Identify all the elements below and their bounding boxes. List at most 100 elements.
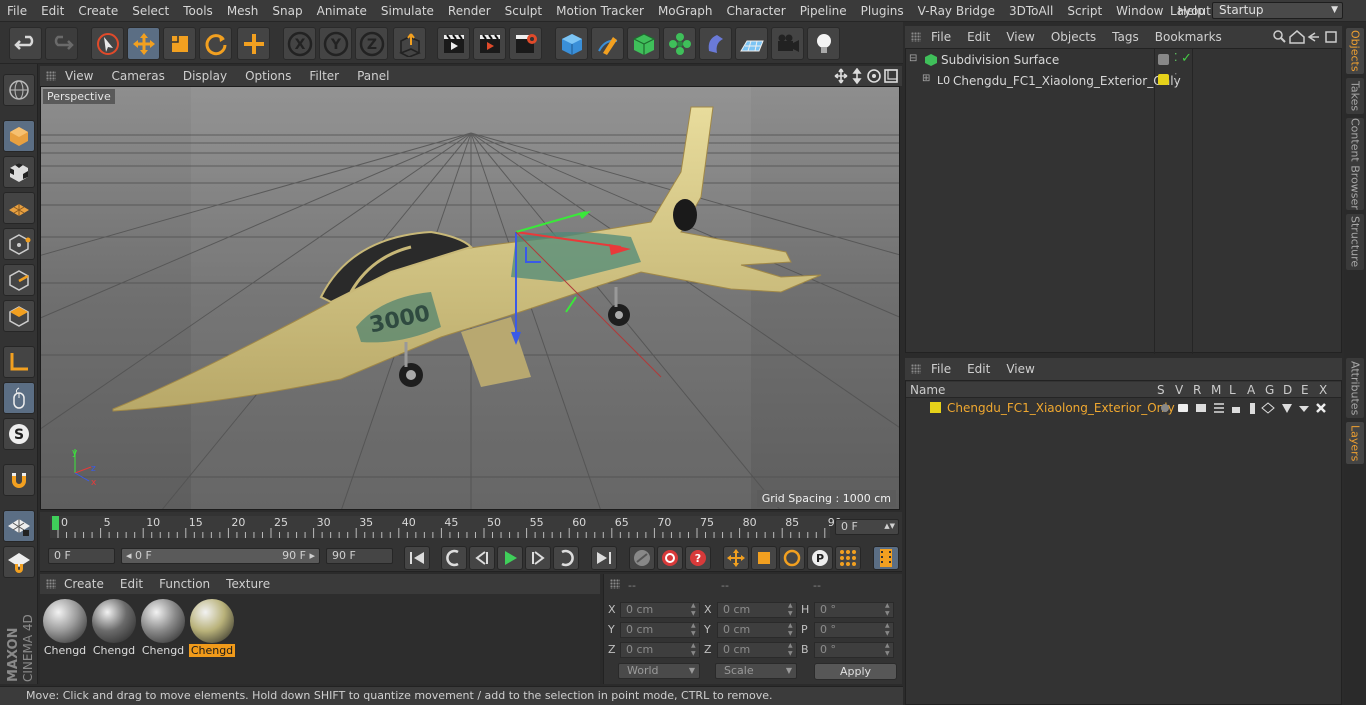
tab-attributes[interactable]: Attributes [1346, 358, 1364, 418]
key-rotation-button[interactable] [779, 546, 805, 570]
previous-key-button[interactable] [441, 546, 467, 570]
orbit-icon[interactable] [867, 69, 881, 83]
points-mode-button[interactable] [3, 228, 35, 260]
redo-button[interactable] [45, 27, 78, 60]
menu-simulate[interactable]: Simulate [374, 4, 441, 18]
menu-window[interactable]: Window [1109, 4, 1170, 18]
workplane-lock-button[interactable] [3, 510, 35, 542]
rotation-field[interactable]: 0 ° [814, 622, 894, 638]
position-field[interactable]: 0 cm [620, 622, 700, 638]
new-window-icon[interactable] [1325, 31, 1337, 43]
timeline-window-button[interactable] [873, 546, 899, 570]
size-mode-dropdown[interactable]: Scale ▼ [715, 663, 797, 679]
tab-content-browser[interactable]: Content Browser [1346, 118, 1364, 210]
pan-icon[interactable] [834, 68, 848, 84]
menu-tools[interactable]: Tools [176, 4, 220, 18]
key-position-button[interactable] [723, 546, 749, 570]
visibility-toggle-icon[interactable] [1158, 54, 1169, 65]
next-key-button[interactable] [553, 546, 579, 570]
object-menu-file[interactable]: File [923, 30, 959, 44]
scale-tool-button[interactable] [163, 27, 196, 60]
previous-frame-button[interactable] [469, 546, 495, 570]
size-field[interactable]: 0 cm [717, 642, 797, 658]
enabled-check-icon[interactable]: ✓ [1181, 51, 1192, 66]
menu-plugins[interactable]: Plugins [854, 4, 911, 18]
axis-mode-button[interactable] [3, 346, 35, 378]
menu-3dtoall[interactable]: 3DToAll [1002, 4, 1060, 18]
solo-button[interactable]: S [3, 418, 35, 450]
go-to-start-button[interactable] [404, 546, 430, 570]
object-row-chengdu[interactable]: ⊞ L0 Chengdu_FC1_Xiaolong_Exterior_Only … [906, 71, 1343, 89]
make-editable-button[interactable] [3, 74, 35, 106]
camera-button[interactable] [771, 27, 804, 60]
layer-column-g[interactable]: G [1265, 383, 1274, 397]
layer-column-s[interactable]: S [1157, 383, 1165, 397]
layer-column-r[interactable]: R [1193, 383, 1201, 397]
menu-sculpt[interactable]: Sculpt [498, 4, 549, 18]
menu-v-ray-bridge[interactable]: V-Ray Bridge [911, 4, 1002, 18]
timeline-ruler[interactable]: 051015202530354045505560657075808590 0 F… [40, 512, 902, 542]
layer-color-swatch[interactable] [930, 402, 941, 413]
zoom-icon[interactable] [852, 67, 862, 85]
object-menu-view[interactable]: View [998, 30, 1042, 44]
deformer-button[interactable] [699, 27, 732, 60]
layer-column-d[interactable]: D [1283, 383, 1292, 397]
render-settings-button[interactable] [509, 27, 542, 60]
coordinate-system-dropdown[interactable]: World ▼ [618, 663, 700, 679]
object-menu-objects[interactable]: Objects [1043, 30, 1104, 44]
menu-animate[interactable]: Animate [310, 4, 374, 18]
material-swatch[interactable]: Chengd [140, 598, 186, 657]
current-frame-field[interactable]: 0 F ▲▼ [835, 519, 899, 535]
size-field[interactable]: 0 cm [717, 622, 797, 638]
material-menu-function[interactable]: Function [151, 577, 218, 591]
material-swatch[interactable]: Chengd [189, 598, 235, 657]
object-row-subdivision[interactable]: ⊟ Subdivision Surface ⁚ ✓ [906, 51, 1343, 69]
coordinate-system-button[interactable] [393, 27, 426, 60]
workplane-button[interactable] [3, 192, 35, 224]
viewport-menu-options[interactable]: Options [236, 69, 300, 83]
render-view-button[interactable] [437, 27, 470, 60]
menu-pipeline[interactable]: Pipeline [793, 4, 854, 18]
layer-column-m[interactable]: M [1211, 383, 1221, 397]
menu-edit[interactable]: Edit [34, 4, 71, 18]
menu-snap[interactable]: Snap [265, 4, 309, 18]
layer-menu-file[interactable]: File [923, 362, 959, 376]
live-selection-button[interactable] [91, 27, 124, 60]
texture-mode-button[interactable] [3, 156, 35, 188]
edges-mode-button[interactable] [3, 264, 35, 296]
frame-range-slider[interactable]: ◂ 0 F 90 F ▸ [121, 548, 320, 564]
position-field[interactable]: 0 cm [620, 642, 700, 658]
go-to-end-button[interactable] [591, 546, 617, 570]
layer-color-icon[interactable] [1158, 74, 1169, 85]
viewport-menu-view[interactable]: View [56, 69, 102, 83]
home-icon[interactable] [1289, 30, 1305, 44]
layer-row[interactable]: Chengdu_FC1_Xiaolong_Exterior_Only [906, 399, 1341, 416]
recent-tools-button[interactable] [237, 27, 270, 60]
quantize-button[interactable] [3, 546, 35, 578]
layer-column-e[interactable]: E [1301, 383, 1309, 397]
object-menu-bookmarks[interactable]: Bookmarks [1147, 30, 1230, 44]
maximize-icon[interactable] [884, 69, 898, 83]
end-frame-field[interactable]: 90 F [326, 548, 393, 564]
layer-column-l[interactable]: L [1229, 383, 1236, 397]
rotate-tool-button[interactable] [199, 27, 232, 60]
pen-spline-button[interactable] [591, 27, 624, 60]
material-menu-texture[interactable]: Texture [218, 577, 278, 591]
z-axis-lock-button[interactable]: Z [355, 27, 388, 60]
layer-column-a[interactable]: A [1247, 383, 1255, 397]
menu-file[interactable]: File [0, 4, 34, 18]
back-icon[interactable] [1307, 32, 1319, 42]
menu-motion-tracker[interactable]: Motion Tracker [549, 4, 651, 18]
autokey-button[interactable]: ? [685, 546, 711, 570]
key-scale-button[interactable] [751, 546, 777, 570]
tweak-mode-button[interactable] [3, 382, 35, 414]
viewport-menu-cameras[interactable]: Cameras [102, 69, 173, 83]
floor-button[interactable] [735, 27, 768, 60]
position-field[interactable]: 0 cm [620, 602, 700, 618]
light-button[interactable] [807, 27, 840, 60]
viewport-menu-panel[interactable]: Panel [348, 69, 398, 83]
tab-takes[interactable]: Takes [1346, 78, 1364, 114]
object-menu-tags[interactable]: Tags [1104, 30, 1147, 44]
material-swatch[interactable]: Chengd [91, 598, 137, 657]
model-mode-button[interactable] [3, 120, 35, 152]
